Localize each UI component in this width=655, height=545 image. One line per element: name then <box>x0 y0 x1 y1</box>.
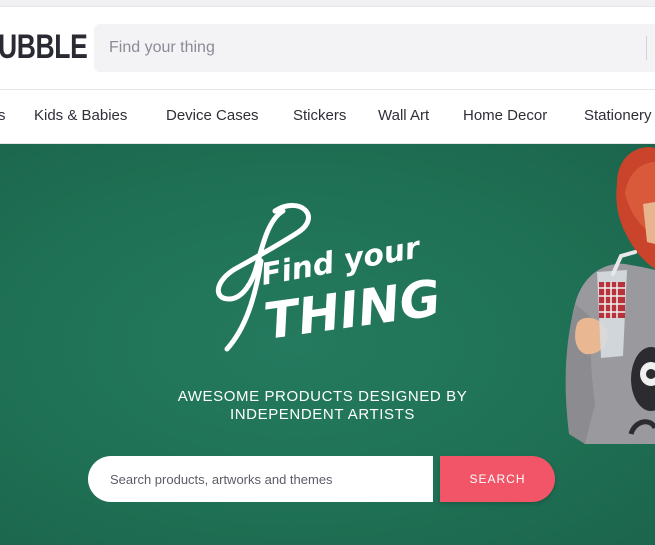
nav-item-device-cases[interactable]: Device Cases <box>166 107 259 124</box>
browser-top-strip <box>0 0 655 7</box>
header-search <box>94 24 655 72</box>
page: UBBLE s Kids & Babies Device Cases Stick… <box>0 0 655 545</box>
hero-search-input[interactable] <box>88 456 433 502</box>
nav-item-truncated[interactable]: s <box>0 107 6 124</box>
hero-tagline-line2: INDEPENDENT ARTISTS <box>229 406 416 423</box>
hero-model-photo <box>565 147 655 444</box>
category-nav: s Kids & Babies Device Cases Stickers Wa… <box>0 89 655 144</box>
header-search-input[interactable] <box>94 24 634 72</box>
search-divider <box>646 36 647 60</box>
hero-search <box>88 456 433 502</box>
hero-search-button[interactable]: SEARCH <box>440 456 555 502</box>
site-header: UBBLE <box>0 7 655 89</box>
nav-item-home-decor[interactable]: Home Decor <box>463 107 547 124</box>
nav-item-stickers[interactable]: Stickers <box>293 107 346 124</box>
nav-item-kids-babies[interactable]: Kids & Babies <box>34 107 127 124</box>
hero-tagline-line1: AWESOME PRODUCTS DESIGNED BY <box>177 388 468 405</box>
hero-title-lettering: Find your THING <box>216 203 444 352</box>
hero-banner: Find your THING AWESOME PRODUCTS DESIGNE… <box>0 144 655 545</box>
nav-item-wall-art[interactable]: Wall Art <box>378 107 429 124</box>
site-logo[interactable]: UBBLE <box>0 29 88 65</box>
nav-item-stationery[interactable]: Stationery <box>584 107 652 124</box>
